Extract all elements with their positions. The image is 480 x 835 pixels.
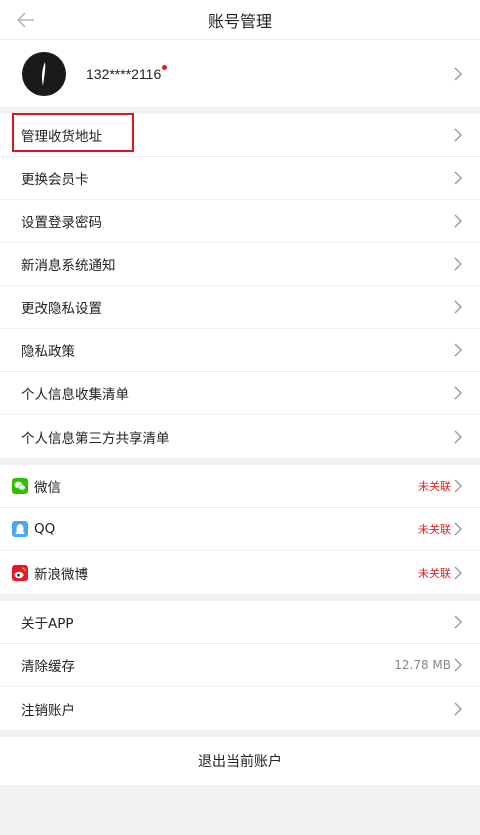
- row-address[interactable]: 管理收货地址: [0, 114, 480, 157]
- chevron-right-icon: [454, 658, 462, 672]
- page-title: 账号管理: [207, 11, 272, 31]
- row-password[interactable]: 设置登录密码: [0, 200, 480, 243]
- row-weibo[interactable]: 新浪微博 未关联: [0, 551, 480, 594]
- weibo-icon: [12, 564, 28, 581]
- account-settings-group: 管理收货地址 更换会员卡 设置登录密码 新消息系统通知 更改隐私设置 隐私政策 …: [0, 114, 480, 458]
- chevron-right-icon: [454, 566, 462, 579]
- status-badge: 未关联: [418, 523, 451, 536]
- row-deactivate[interactable]: 注销账户: [0, 687, 480, 730]
- profile-row[interactable]: 132****2116: [0, 40, 480, 107]
- chevron-right-icon: [454, 128, 462, 142]
- misc-group: 关于APP 清除缓存 12.78 MB 注销账户: [0, 601, 480, 730]
- chevron-right-icon: [454, 430, 462, 443]
- row-qq[interactable]: QQ 未关联: [0, 508, 480, 551]
- row-wechat[interactable]: 微信 未关联: [0, 465, 480, 508]
- row-about[interactable]: 关于APP: [0, 601, 480, 644]
- avatar: [22, 51, 66, 96]
- cache-size: 12.78 MB: [394, 658, 451, 672]
- row-privacy-policy[interactable]: 隐私政策: [0, 329, 480, 372]
- qq-icon: [12, 521, 28, 537]
- chevron-right-icon: [454, 702, 462, 715]
- phone-number: 132****2116: [86, 64, 168, 82]
- chevron-right-icon: [454, 615, 462, 629]
- row-member-card[interactable]: 更换会员卡: [0, 157, 480, 200]
- status-badge: 未关联: [418, 566, 451, 580]
- chevron-right-icon: [454, 386, 462, 400]
- app-header: 账号管理: [0, 0, 480, 40]
- row-privacy-settings[interactable]: 更改隐私设置: [0, 286, 480, 329]
- wechat-icon: [12, 478, 28, 494]
- chevron-right-icon: [454, 479, 462, 493]
- chevron-right-icon: [454, 522, 462, 536]
- unread-dot: [162, 64, 168, 70]
- social-binding-group: 微信 未关联 QQ 未关联 新浪微博 未关联: [0, 465, 480, 594]
- status-badge: 未关联: [418, 480, 451, 493]
- avatar-logo-icon: [41, 61, 46, 86]
- chevron-right-icon: [454, 343, 462, 357]
- row-notification[interactable]: 新消息系统通知: [0, 243, 480, 286]
- chevron-right-icon: [454, 171, 462, 185]
- arrow-left-icon[interactable]: [14, 8, 38, 32]
- chevron-right-icon: [454, 300, 462, 314]
- row-third-party[interactable]: 个人信息第三方共享清单: [0, 415, 480, 458]
- row-info-list[interactable]: 个人信息收集清单: [0, 372, 480, 415]
- chevron-right-icon: [454, 257, 462, 271]
- logout-button[interactable]: 退出当前账户: [0, 737, 480, 785]
- chevron-right-icon: [454, 67, 462, 80]
- row-clear-cache[interactable]: 清除缓存 12.78 MB: [0, 644, 480, 687]
- chevron-right-icon: [454, 214, 462, 228]
